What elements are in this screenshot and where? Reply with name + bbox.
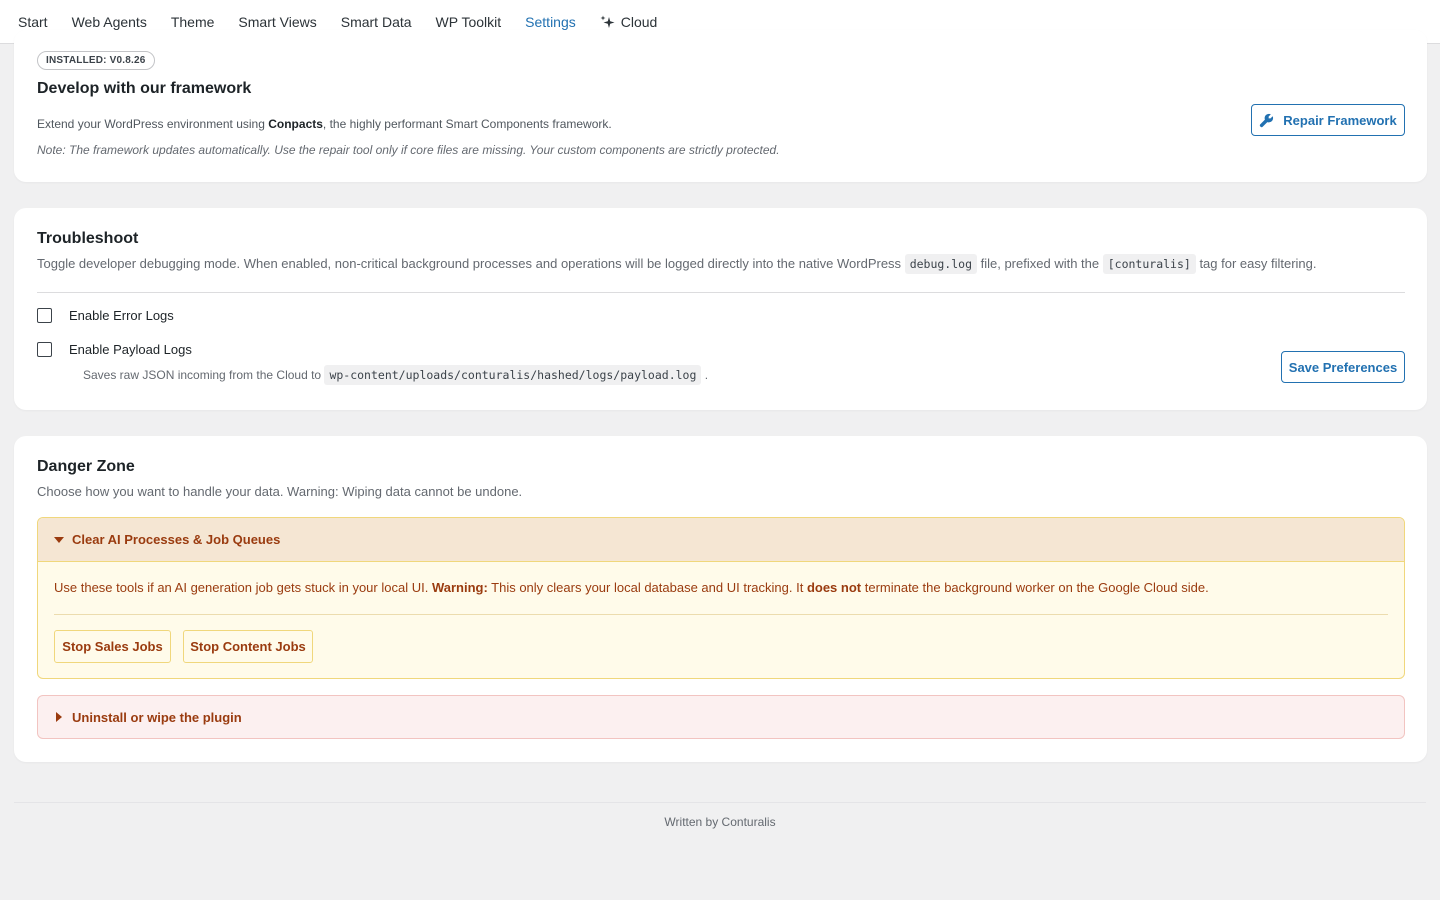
footer-credit: Written by Conturalis xyxy=(664,815,776,829)
stop-content-jobs-button[interactable]: Stop Content Jobs xyxy=(183,630,313,663)
tab-label: Smart Views xyxy=(238,13,317,30)
payload-logs-label: Enable Payload Logs xyxy=(69,342,192,357)
emphasis-text: does not xyxy=(806,580,862,595)
wrench-icon xyxy=(1259,113,1274,128)
save-preferences-button[interactable]: Save Preferences xyxy=(1281,351,1405,383)
framework-name: Conpacts xyxy=(268,117,323,131)
tab-label: Settings xyxy=(525,13,576,30)
job-queues-description: Use these tools if an AI generation job … xyxy=(54,580,1209,595)
body-text: This only clears your local database and… xyxy=(487,580,807,595)
divider xyxy=(54,614,1388,615)
error-logs-label: Enable Error Logs xyxy=(69,308,174,323)
caret-right-icon xyxy=(56,712,62,722)
troubleshoot-description: Toggle developer debugging mode. When en… xyxy=(37,254,1317,274)
tab-label: Start xyxy=(18,13,48,30)
job-queues-accordion-header[interactable]: Clear AI Processes & Job Queues xyxy=(38,518,1404,562)
desc-text: Extend your WordPress environment using xyxy=(37,117,269,131)
divider xyxy=(37,292,1405,293)
payload-logs-hint: Saves raw JSON incoming from the Cloud t… xyxy=(83,365,709,385)
warning-label: Warning: xyxy=(431,580,488,595)
uninstall-accordion-header[interactable]: Uninstall or wipe the plugin xyxy=(37,695,1405,739)
tab-label: Web Agents xyxy=(71,13,147,30)
danger-zone-card: Danger Zone Choose how you want to handl… xyxy=(14,436,1427,762)
payload-logs-option: Enable Payload Logs xyxy=(37,342,192,357)
framework-note: Note: The framework updates automaticall… xyxy=(37,143,780,157)
troubleshoot-title: Troubleshoot xyxy=(37,230,139,247)
tab-label: WP Toolkit xyxy=(435,13,502,30)
desc-text: file, prefixed with the xyxy=(977,256,1103,271)
error-logs-checkbox[interactable] xyxy=(37,308,52,323)
danger-zone-description: Choose how you want to handle your data.… xyxy=(37,484,523,499)
hint-text: Saves raw JSON incoming from the Cloud t… xyxy=(83,368,325,382)
danger-zone-title: Danger Zone xyxy=(37,458,135,475)
uninstall-title: Uninstall or wipe the plugin xyxy=(72,709,242,725)
stop-sales-jobs-button[interactable]: Stop Sales Jobs xyxy=(54,630,171,663)
conturalis-tag-code: [conturalis] xyxy=(1102,254,1196,274)
body-text: terminate the background worker on the G… xyxy=(861,580,1209,595)
troubleshoot-card: Troubleshoot Toggle developer debugging … xyxy=(14,208,1427,410)
error-logs-option: Enable Error Logs xyxy=(37,308,174,323)
tab-label: Cloud xyxy=(620,13,658,30)
hint-text: . xyxy=(701,368,709,382)
framework-title: Develop with our framework xyxy=(37,80,252,97)
framework-description: Extend your WordPress environment using … xyxy=(37,117,612,131)
payload-logs-checkbox[interactable] xyxy=(37,342,52,357)
desc-text: , the highly performant Smart Components… xyxy=(322,117,612,131)
payload-log-path: wp-content/uploads/conturalis/hashed/log… xyxy=(324,365,702,385)
version-badge: INSTALLED: V0.8.26 xyxy=(37,51,155,70)
body-text: Use these tools if an AI generation job … xyxy=(54,580,432,595)
sparkle-icon xyxy=(600,15,615,29)
desc-text: Toggle developer debugging mode. When en… xyxy=(37,256,905,271)
job-queues-accordion: Clear AI Processes & Job Queues Use thes… xyxy=(37,517,1405,679)
caret-down-icon xyxy=(54,536,64,543)
debug-log-code: debug.log xyxy=(904,254,977,274)
footer-divider xyxy=(14,802,1426,803)
repair-framework-label: Repair Framework xyxy=(1283,112,1397,128)
framework-card: INSTALLED: V0.8.26 Develop with our fram… xyxy=(14,30,1427,182)
tab-label: Smart Data xyxy=(340,13,412,30)
desc-text: tag for easy filtering. xyxy=(1195,256,1317,271)
job-queues-title: Clear AI Processes & Job Queues xyxy=(72,532,281,547)
repair-framework-button[interactable]: Repair Framework xyxy=(1251,104,1405,136)
tab-label: Theme xyxy=(170,13,215,30)
